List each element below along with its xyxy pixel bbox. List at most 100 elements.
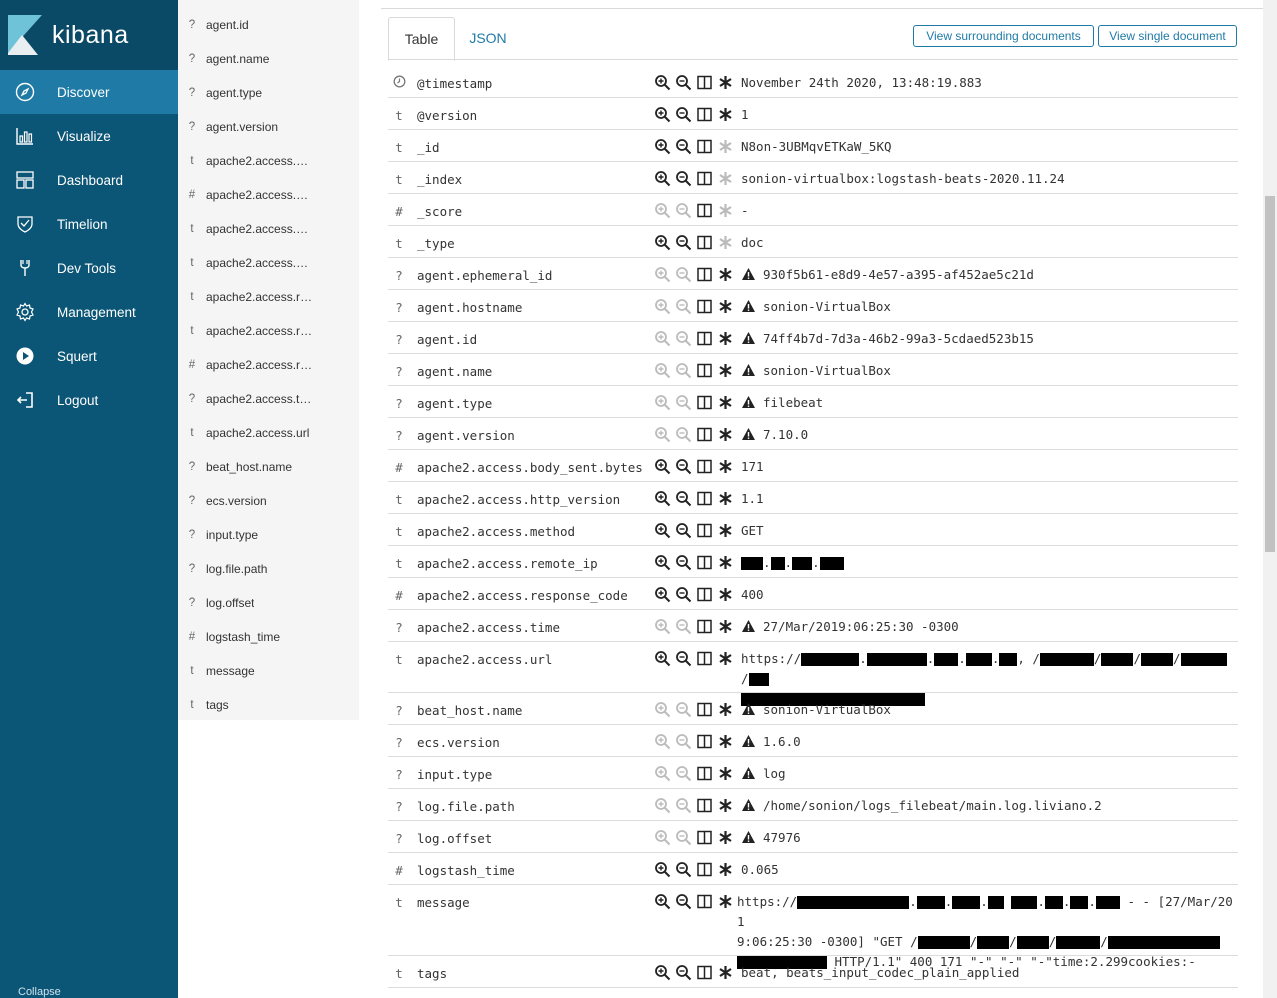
toggle-column-icon[interactable]: [696, 202, 713, 222]
filter-out-value-icon[interactable]: [675, 861, 692, 881]
filter-for-value-icon[interactable]: [654, 106, 671, 126]
filter-exists-icon[interactable]: [717, 586, 734, 606]
nav-item-discover[interactable]: Discover: [0, 70, 178, 114]
toggle-column-icon[interactable]: [696, 829, 713, 849]
toggle-column-icon[interactable]: [696, 106, 713, 126]
collapse-toggle[interactable]: Collapse: [18, 986, 61, 998]
filter-for-value-icon[interactable]: [654, 893, 671, 913]
filter-out-value-icon[interactable]: [675, 106, 692, 126]
toggle-column-icon[interactable]: [696, 362, 713, 382]
filter-exists-icon[interactable]: [717, 394, 734, 414]
toggle-column-icon[interactable]: [696, 554, 713, 574]
field-item[interactable]: ? log.file.path: [178, 552, 359, 586]
filter-for-value-icon[interactable]: [654, 458, 671, 478]
filter-exists-icon[interactable]: [717, 522, 734, 542]
toggle-column-icon[interactable]: [696, 701, 713, 721]
toggle-column-icon[interactable]: [696, 170, 713, 190]
field-item[interactable]: # apache2.access.body_sent.bytes: [178, 178, 359, 212]
filter-exists-icon[interactable]: [717, 554, 734, 574]
scrollbar-thumb[interactable]: [1265, 196, 1275, 552]
filter-for-value-icon[interactable]: [654, 74, 671, 94]
filter-out-value-icon[interactable]: [675, 586, 692, 606]
toggle-column-icon[interactable]: [696, 298, 713, 318]
toggle-column-icon[interactable]: [696, 861, 713, 881]
field-item[interactable]: t apache2.access.agent: [178, 144, 359, 178]
filter-for-value-icon[interactable]: [654, 861, 671, 881]
filter-out-value-icon[interactable]: [675, 650, 692, 670]
field-item[interactable]: t apache2.access.http_version: [178, 212, 359, 246]
brand[interactable]: kibana: [0, 0, 178, 70]
filter-exists-icon[interactable]: [717, 797, 734, 817]
filter-exists-icon[interactable]: [717, 829, 734, 849]
nav-item-management[interactable]: Management: [0, 290, 178, 334]
toggle-column-icon[interactable]: [696, 490, 713, 510]
field-item[interactable]: t apache2.access.method: [178, 246, 359, 280]
filter-out-value-icon[interactable]: [675, 893, 692, 913]
field-item[interactable]: ? apache2.access.time: [178, 382, 359, 416]
toggle-column-icon[interactable]: [696, 522, 713, 542]
toggle-column-icon[interactable]: [696, 394, 713, 414]
filter-exists-icon[interactable]: [717, 618, 734, 638]
filter-for-value-icon[interactable]: [654, 138, 671, 158]
field-item[interactable]: ? agent.id: [178, 8, 359, 42]
filter-for-value-icon[interactable]: [654, 964, 671, 984]
filter-out-value-icon[interactable]: [675, 458, 692, 478]
filter-out-value-icon[interactable]: [675, 964, 692, 984]
filter-exists-icon[interactable]: [717, 490, 734, 510]
field-item[interactable]: t tags: [178, 688, 359, 722]
filter-exists-icon[interactable]: [717, 964, 734, 984]
toggle-column-icon[interactable]: [696, 964, 713, 984]
toggle-column-icon[interactable]: [696, 586, 713, 606]
field-item[interactable]: ? agent.version: [178, 110, 359, 144]
filter-out-value-icon[interactable]: [675, 170, 692, 190]
field-item[interactable]: ? input.type: [178, 518, 359, 552]
filter-exists-icon[interactable]: [717, 106, 734, 126]
nav-item-visualize[interactable]: Visualize: [0, 114, 178, 158]
field-item[interactable]: t message: [178, 654, 359, 688]
view-surrounding-documents-button[interactable]: View surrounding documents: [913, 25, 1094, 47]
filter-exists-icon[interactable]: [717, 893, 734, 913]
filter-out-value-icon[interactable]: [675, 138, 692, 158]
toggle-column-icon[interactable]: [696, 330, 713, 350]
filter-exists-icon[interactable]: [717, 765, 734, 785]
nav-item-logout[interactable]: Logout: [0, 378, 178, 422]
toggle-column-icon[interactable]: [696, 426, 713, 446]
field-item[interactable]: ? agent.name: [178, 42, 359, 76]
toggle-column-icon[interactable]: [696, 733, 713, 753]
toggle-column-icon[interactable]: [696, 893, 713, 913]
toggle-column-icon[interactable]: [696, 797, 713, 817]
field-item[interactable]: ? agent.type: [178, 76, 359, 110]
field-item[interactable]: ? ecs.version: [178, 484, 359, 518]
filter-exists-icon[interactable]: [717, 298, 734, 318]
filter-exists-icon[interactable]: [717, 458, 734, 478]
view-single-document-button[interactable]: View single document: [1098, 25, 1237, 47]
filter-for-value-icon[interactable]: [654, 586, 671, 606]
scrollbar[interactable]: [1263, 0, 1277, 998]
field-item[interactable]: t apache2.access.remote_ip: [178, 280, 359, 314]
filter-out-value-icon[interactable]: [675, 74, 692, 94]
field-item[interactable]: # logstash_time: [178, 620, 359, 654]
nav-item-dev-tools[interactable]: Dev Tools: [0, 246, 178, 290]
filter-for-value-icon[interactable]: [654, 650, 671, 670]
toggle-column-icon[interactable]: [696, 74, 713, 94]
field-item[interactable]: ? beat_host.name: [178, 450, 359, 484]
filter-for-value-icon[interactable]: [654, 522, 671, 542]
filter-for-value-icon[interactable]: [654, 170, 671, 190]
filter-out-value-icon[interactable]: [675, 554, 692, 574]
field-item[interactable]: t apache2.access.url: [178, 416, 359, 450]
filter-out-value-icon[interactable]: [675, 490, 692, 510]
nav-item-dashboard[interactable]: Dashboard: [0, 158, 178, 202]
filter-exists-icon[interactable]: [717, 426, 734, 446]
filter-exists-icon[interactable]: [717, 733, 734, 753]
tab-table[interactable]: Table: [388, 17, 455, 61]
nav-item-squert[interactable]: Squert: [0, 334, 178, 378]
toggle-column-icon[interactable]: [696, 765, 713, 785]
toggle-column-icon[interactable]: [696, 138, 713, 158]
field-item[interactable]: # apache2.access.response_code: [178, 348, 359, 382]
filter-for-value-icon[interactable]: [654, 554, 671, 574]
field-item[interactable]: t apache2.access.referrer: [178, 314, 359, 348]
filter-out-value-icon[interactable]: [675, 234, 692, 254]
filter-out-value-icon[interactable]: [675, 522, 692, 542]
field-item[interactable]: ? log.offset: [178, 586, 359, 620]
tab-json[interactable]: JSON: [457, 17, 519, 59]
